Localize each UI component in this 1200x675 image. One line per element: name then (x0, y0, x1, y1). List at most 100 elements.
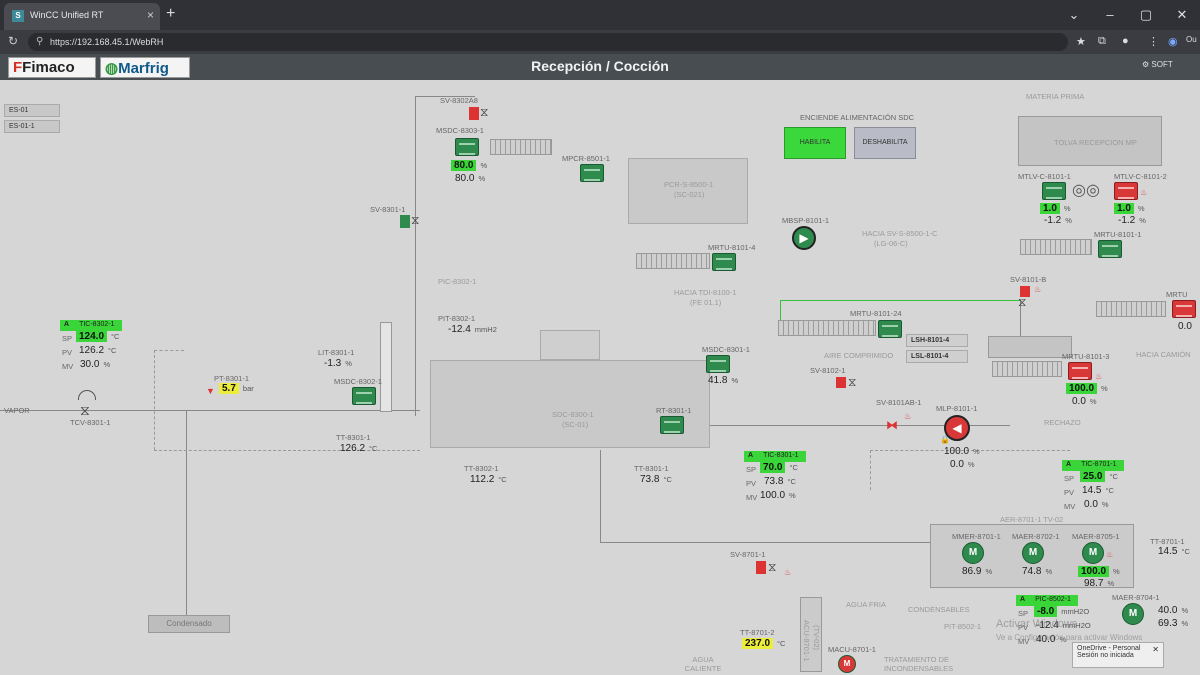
tic8302-sp[interactable]: 124.0 °C (76, 331, 119, 342)
sp-label: SP (62, 334, 73, 343)
close-tab-icon[interactable]: × (147, 8, 154, 22)
actuator-red (756, 561, 766, 574)
sdc-sub-label: (SC-01) (562, 420, 589, 429)
lsh-indicator: LSH-8101-4 (906, 334, 968, 347)
maer5-value1: 100.0% (1078, 566, 1120, 577)
copilot-icon[interactable]: ◉ (1168, 35, 1178, 48)
sdc-power-label: ENCIENDE ALIMENTACIÓN SDC (800, 113, 915, 122)
dash-line (154, 450, 420, 451)
motor-maer5[interactable]: M (1082, 542, 1104, 564)
motor-msdc8301[interactable] (706, 355, 730, 373)
control-valve-icon[interactable]: ⧖ (80, 402, 90, 419)
motor-maer2[interactable]: M (1022, 542, 1044, 564)
tic8701-mv: 0.0% (1084, 499, 1109, 510)
motor-msdc8302[interactable] (352, 387, 376, 405)
screw-conveyor (1096, 301, 1166, 317)
activate-windows-title: Activar Windows (996, 618, 1078, 630)
valve-icon[interactable]: ⧖ (768, 560, 776, 575)
pt8301-label: PT-8301-1 (214, 374, 250, 383)
reload-icon[interactable]: ↻ (8, 34, 18, 48)
motor-mpcr8501[interactable] (580, 164, 604, 182)
habilita-button[interactable]: HABILITA (784, 127, 846, 159)
valve-icon[interactable]: ⧖ (1018, 295, 1026, 310)
tic8701-header[interactable]: A TIC-8701-1 (1062, 460, 1124, 471)
mrtu-right-value: 0.0 (1178, 321, 1192, 332)
profile-avatar-icon[interactable]: ● (1122, 35, 1129, 47)
soft-logo: ⚙ SOFT (1142, 60, 1173, 69)
sv8302a8-label: SV-8302A8 (440, 96, 478, 105)
alarm-icon: ♨ (784, 568, 792, 577)
bookmark-star-icon[interactable]: ★ (1076, 35, 1086, 48)
motor-mrtu-right[interactable] (1172, 300, 1196, 318)
motor-mtlv2[interactable] (1114, 182, 1138, 200)
tic8302-mv: 30.0% (80, 359, 111, 370)
tt8302-value: 112.2 °C (470, 474, 507, 485)
pit8502-label: PIT-8502-1 (944, 622, 982, 631)
tt8301b-value: 73.8 °C (640, 474, 672, 485)
tab-title: WinCC Unified RT (30, 10, 104, 20)
sv8301-label: SV-8301-1 (370, 205, 406, 214)
mtlv1-label: MTLV-C-8101-1 (1018, 172, 1071, 181)
chevron-down-icon[interactable]: ⌄ (1056, 0, 1092, 30)
sp-label: SP (1064, 474, 1075, 483)
mrtu8101-4-label: MRTU-8101-4 (708, 243, 756, 252)
browser-tab[interactable]: S WinCC Unified RT × (4, 3, 160, 30)
valve-icon[interactable]: ⧓ (886, 418, 898, 432)
agua-caliente-label: AGUA CALIENTE (684, 655, 722, 673)
motor-mrtu8101-4[interactable] (712, 253, 736, 271)
tt8301-label: TT-8301-1 (336, 433, 371, 442)
site-info-icon[interactable]: ⚲ (36, 36, 43, 47)
pic8502-header[interactable]: A PIC-8502-1 (1016, 595, 1078, 606)
motor-maer8704[interactable]: M (1122, 603, 1144, 625)
motor-mrtu8101-1[interactable] (1098, 240, 1122, 258)
more-menu-icon[interactable]: ⋮ (1148, 35, 1159, 48)
maer5-value2: 98.7% (1084, 578, 1115, 589)
valve-icon[interactable]: ⧖ (480, 105, 488, 120)
close-window-icon[interactable]: ✕ (1164, 0, 1200, 30)
screw-conveyor (490, 139, 552, 155)
tic8301-header[interactable]: A TIC-8301-1 (744, 451, 806, 462)
pic8502-sp[interactable]: -8.0 mmH2O (1034, 606, 1089, 617)
pv-label: PV (1064, 488, 1075, 497)
condensado-button[interactable]: Condensado (148, 615, 230, 633)
acu-label: ACU-8701-1 (802, 620, 811, 662)
pcr-sub-label: (SC-021) (674, 190, 705, 199)
motor-mrtu8101-24[interactable] (878, 320, 902, 338)
condensate-pipe (186, 410, 187, 620)
msdc8303-label: MSDC-8303-1 (436, 126, 484, 135)
url-field[interactable]: ⚲ https://192.168.45.1/WebRH (28, 33, 1068, 51)
sp-label: SP (746, 465, 757, 474)
tic8302-header[interactable]: A TIC-8302-1 (60, 320, 122, 331)
extensions-icon[interactable]: ⧉ (1098, 35, 1106, 48)
warning-triangle-icon: ▼ (206, 386, 215, 396)
tic8301-sp[interactable]: 70.0 °C (760, 462, 798, 473)
lower-pipe (600, 450, 601, 542)
new-tab-icon[interactable]: + (166, 5, 175, 23)
minimize-icon[interactable]: – (1092, 0, 1128, 30)
motor-rt8301[interactable] (660, 416, 684, 434)
mv-label: MV (746, 493, 758, 502)
deshabilita-button[interactable]: DESHABILITA (854, 127, 916, 159)
es01-button[interactable]: ES-01 (4, 104, 60, 117)
mrtu8101-24-label: MRTU-8101-24 (850, 309, 902, 318)
tic8701-sp[interactable]: 25.0 °C (1080, 471, 1118, 482)
mtlv2-value2: -1.2% (1118, 215, 1146, 226)
hacia-tdi-label: HACIA TDI-8100-1 (674, 288, 737, 297)
dash-line (870, 450, 871, 490)
actuator-green (400, 215, 410, 228)
acu-sub-label: (TV-02) (812, 625, 821, 651)
valve-icon[interactable]: ⧖ (411, 213, 419, 228)
motor-mtlv1[interactable] (1042, 182, 1066, 200)
motor-macu[interactable]: M (838, 655, 856, 673)
maximize-icon[interactable]: ▢ (1128, 0, 1164, 30)
close-icon[interactable]: ✕ (1152, 645, 1159, 654)
pump-icon[interactable]: ▶ (792, 226, 816, 250)
hacia-sv-label: HACIA SV-S-8500-1-C (862, 229, 938, 238)
motor-msdc8303[interactable] (455, 138, 479, 156)
vapor-label: VAPOR (4, 406, 30, 415)
mrtu8101-1-label: MRTU-8101-1 (1094, 230, 1142, 239)
es011-button[interactable]: ES-01-1 (4, 120, 60, 133)
motor-mrtu8101-3[interactable] (1068, 362, 1092, 380)
motor-mmer1[interactable]: M (962, 542, 984, 564)
valve-icon[interactable]: ⧖ (848, 375, 856, 390)
